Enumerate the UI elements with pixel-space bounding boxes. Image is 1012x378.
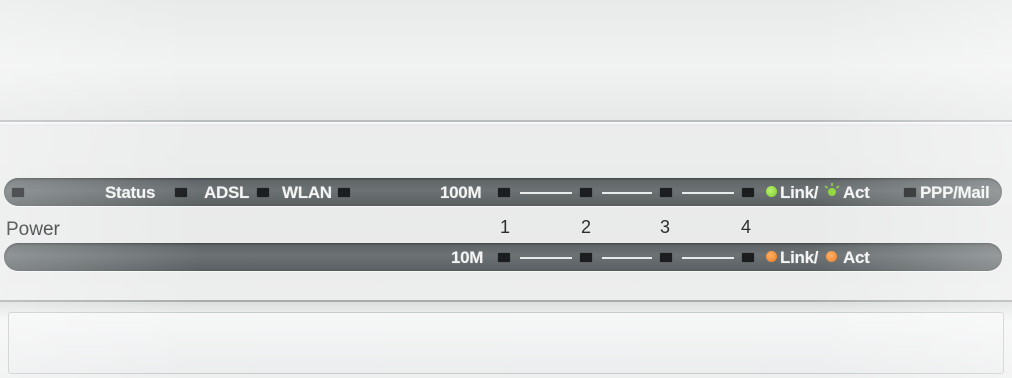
- power-led: [12, 188, 24, 197]
- port-2-100m-led: [580, 188, 592, 197]
- ppp-mail-label: PPP/Mail: [920, 183, 990, 202]
- act-label-bottom: Act: [843, 248, 870, 267]
- port-number-2: 2: [581, 217, 592, 237]
- link-green-dot-icon: [766, 186, 777, 197]
- adsl-led: [257, 188, 269, 197]
- power-label: Power: [6, 219, 60, 240]
- act-green-blink-icon: [824, 183, 840, 196]
- link-label-bottom: Link/: [780, 248, 819, 267]
- port-number-3: 3: [660, 217, 671, 237]
- port-1-10m-led: [498, 253, 510, 262]
- port-number-4: 4: [741, 217, 752, 237]
- port-divider: [602, 257, 652, 259]
- link-orange-dot-icon: [766, 251, 777, 262]
- act-label-top: Act: [843, 183, 870, 202]
- port-divider: [520, 192, 572, 194]
- status-led: [175, 188, 187, 197]
- port-divider: [682, 257, 734, 259]
- housing-seam: [0, 122, 1012, 126]
- port-3-10m-led: [660, 253, 672, 262]
- top-housing: [0, 0, 1012, 122]
- speed-100m-label: 100M: [440, 183, 482, 202]
- link-label-top: Link/: [780, 183, 819, 202]
- adsl-label: ADSL: [204, 183, 250, 202]
- port-divider: [682, 192, 734, 194]
- port-divider: [520, 257, 572, 259]
- wlan-led: [338, 188, 350, 197]
- status-label: Status: [105, 183, 156, 202]
- port-4-10m-led: [742, 253, 754, 262]
- port-1-100m-led: [498, 188, 510, 197]
- port-number-1: 1: [500, 217, 511, 237]
- port-divider: [602, 192, 652, 194]
- port-4-100m-led: [742, 188, 754, 197]
- port-2-10m-led: [580, 253, 592, 262]
- bottom-housing-panel: [8, 312, 1004, 374]
- ppp-mail-led: [904, 188, 916, 197]
- speed-10m-label: 10M: [451, 248, 484, 267]
- act-orange-dot-icon: [826, 251, 837, 262]
- router-front-panel: Status ADSL WLAN 100M Link/ Act PPP/Mail…: [0, 0, 1012, 378]
- port-3-100m-led: [660, 188, 672, 197]
- wlan-label: WLAN: [282, 183, 332, 202]
